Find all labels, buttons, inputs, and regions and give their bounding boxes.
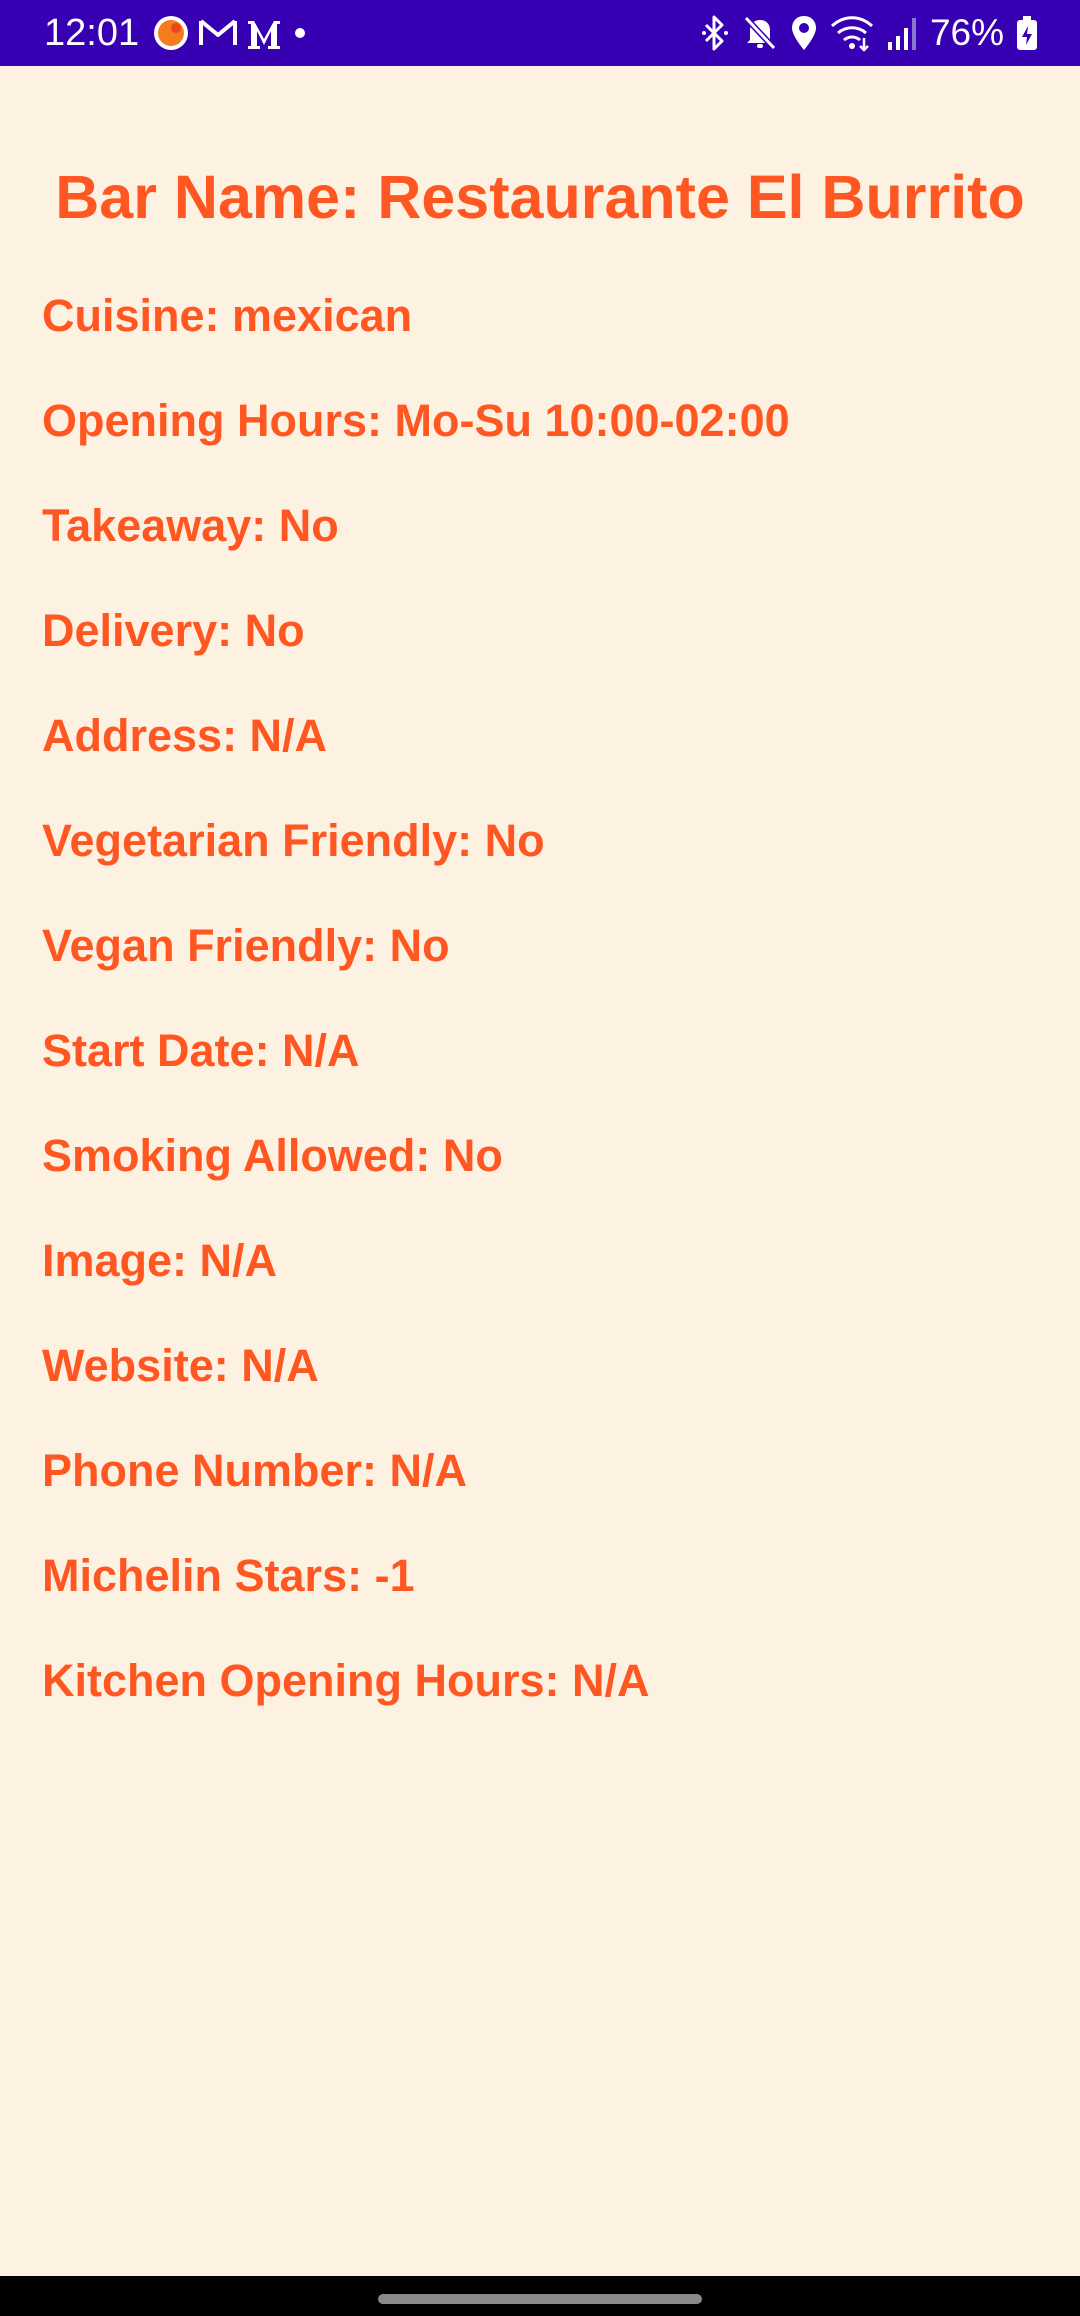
battery-icon [1016, 14, 1038, 52]
mute-icon [742, 14, 778, 52]
status-left-icons [152, 12, 318, 54]
dot-icon [290, 23, 310, 43]
location-icon [790, 14, 818, 52]
website-field: Website: N/A [42, 1340, 319, 1391]
medium-icon [246, 15, 282, 51]
gmail-icon [198, 17, 238, 49]
bar-details: Bar Name: Restaurante El Burrito Cuisine… [0, 66, 1080, 1706]
navigation-bar [0, 2276, 1080, 2316]
info-list: Cuisine: mexican Opening Hours: Mo-Su 10… [42, 286, 1042, 1756]
signal-icon [886, 14, 918, 52]
vegetarian-friendly-field: Vegetarian Friendly: No [42, 815, 545, 866]
kitchen-opening-hours-field: Kitchen Opening Hours: N/A [42, 1655, 650, 1706]
delivery-field: Delivery: No [42, 605, 305, 656]
battery-percentage: 76% [929, 12, 1004, 53]
status-time: 12:01 [44, 12, 140, 54]
start-date-field: Start Date: N/A [42, 1025, 360, 1076]
status-bar: 12:01 76% [0, 0, 1080, 66]
bluetooth-icon [700, 14, 730, 52]
page-title: Bar Name: Restaurante El Burrito [55, 163, 1025, 231]
vegan-friendly-field: Vegan Friendly: No [42, 920, 450, 971]
home-gesture-handle[interactable] [378, 2294, 702, 2304]
takeaway-field: Takeaway: No [42, 500, 339, 551]
michelin-stars-field: Michelin Stars: -1 [42, 1550, 415, 1601]
app-notification-icon [152, 14, 190, 52]
smoking-allowed-field: Smoking Allowed: No [42, 1130, 503, 1181]
phone-number-field: Phone Number: N/A [42, 1445, 468, 1496]
status-right-icons: 76% [688, 10, 1038, 56]
wifi-icon [830, 14, 874, 52]
image-field: Image: N/A [42, 1235, 278, 1286]
address-field: Address: N/A [42, 710, 328, 761]
cuisine-field: Cuisine: mexican [42, 290, 413, 341]
opening-hours-field: Opening Hours: Mo-Su 10:00-02:00 [42, 395, 790, 446]
